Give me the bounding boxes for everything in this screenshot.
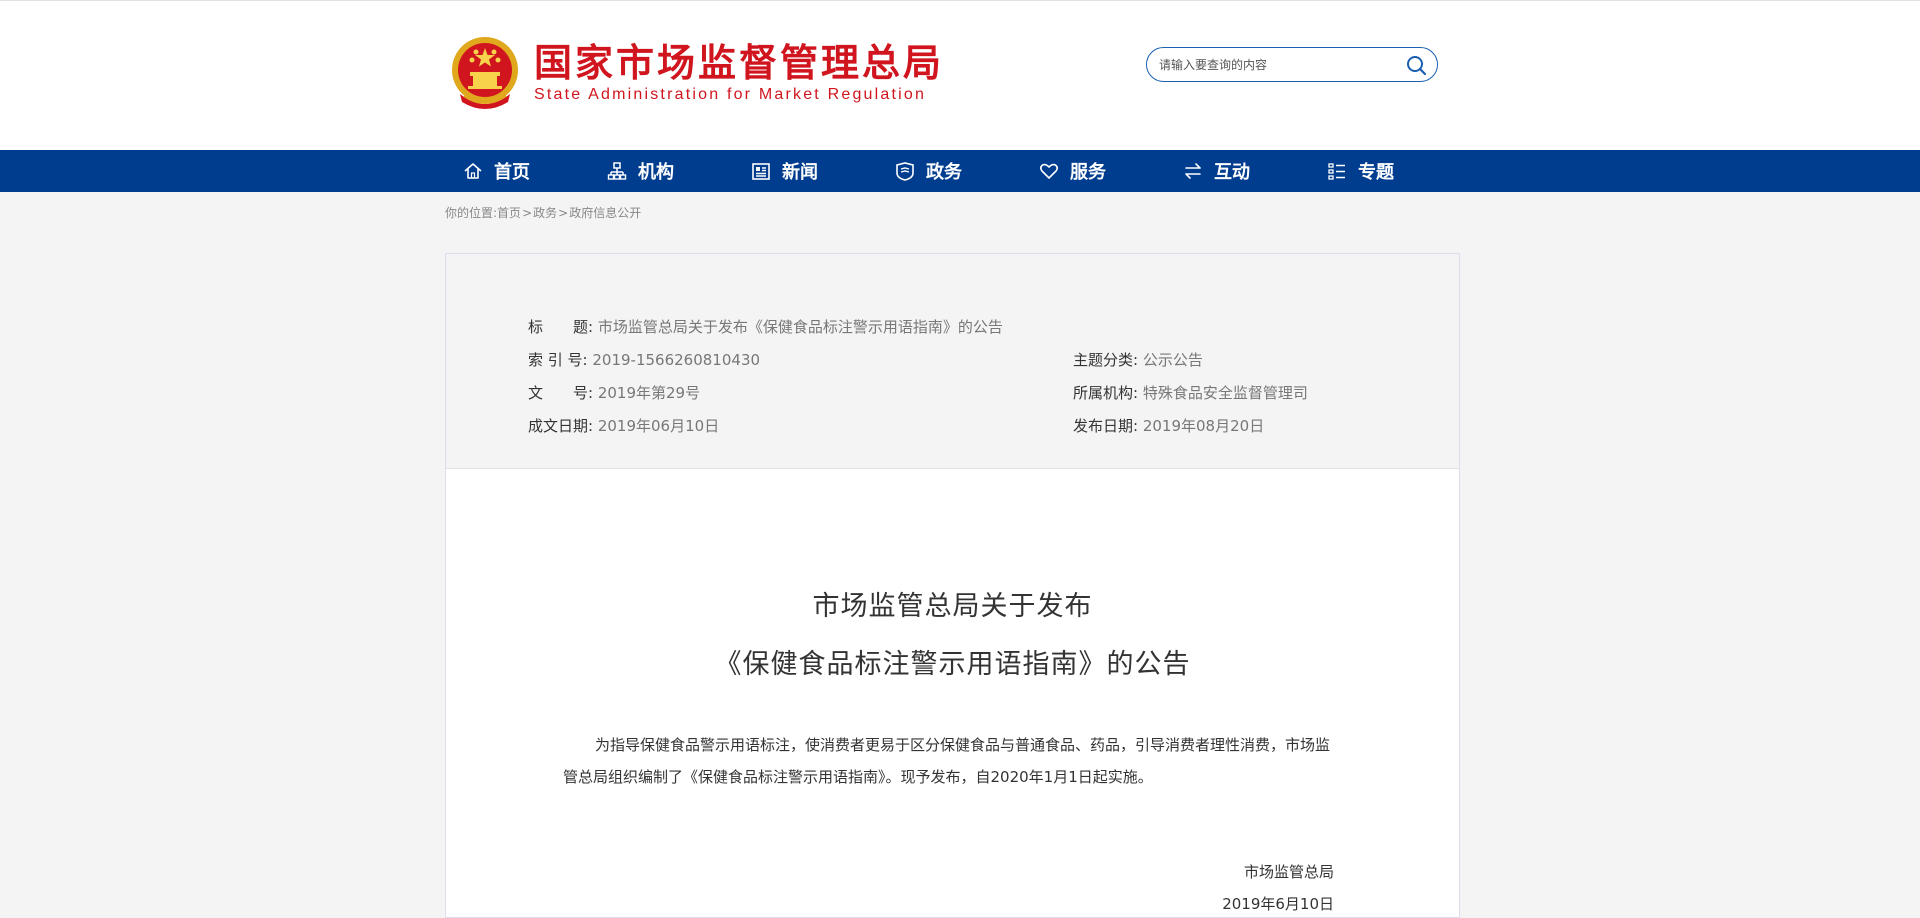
meta-created-value: 2019年06月10日 <box>597 417 720 435</box>
nav-item-news[interactable]: 新闻 <box>750 150 894 192</box>
article-panel: 标 题: 市场监管总局关于发布《保健食品标注警示用语指南》的公告 索 引 号: … <box>445 253 1460 918</box>
breadcrumb-separator: > <box>558 206 569 220</box>
shield-book-icon <box>896 162 914 181</box>
meta-org-value: 特殊食品安全监督管理司 <box>1142 384 1308 402</box>
nav-label: 首页 <box>494 162 530 183</box>
nav-item-org[interactable]: 机构 <box>606 150 750 192</box>
logo-title-en: State Administration for Market Regulati… <box>534 86 927 103</box>
search-icon[interactable] <box>1405 54 1427 76</box>
site-logo[interactable]: 国家市场监督管理总局 State Administration for Mark… <box>450 33 941 113</box>
breadcrumb-separator: > <box>522 206 533 220</box>
meta-org-label: 所属机构: <box>1073 384 1139 402</box>
breadcrumb: 你的位置:首页>政务>政府信息公开 <box>445 204 641 221</box>
nav-label: 新闻 <box>782 162 818 183</box>
national-emblem-icon <box>450 34 520 112</box>
nav-label: 专题 <box>1358 162 1394 183</box>
nav-label: 服务 <box>1070 162 1106 183</box>
document-title-line-2: 《保健食品标注警示用语指南》的公告 <box>714 649 1191 680</box>
list-icon <box>1328 163 1345 180</box>
main-nav: 首页 机构 新闻 政务 服务 互动 专题 <box>0 150 1920 192</box>
document-body: 为指导保健食品警示用语标注，使消费者更易于区分保健食品与普通食品、药品，引导消费… <box>563 736 1331 786</box>
meta-title-row: 标 题: 市场监管总局关于发布《保健食品标注警示用语指南》的公告 <box>528 317 1003 337</box>
logo-text: 国家市场监督管理总局 State Administration for Mark… <box>534 41 944 105</box>
meta-index-value: 2019-1566260810430 <box>592 351 761 369</box>
meta-created-label: 成文日期: <box>528 417 594 435</box>
breadcrumb-info-disclosure[interactable]: 政府信息公开 <box>569 206 641 220</box>
search-box <box>1146 47 1438 82</box>
nav-label: 机构 <box>638 162 674 183</box>
meta-topic-row: 主题分类: 公示公告 <box>1073 350 1203 370</box>
meta-created-row: 成文日期: 2019年06月10日 <box>528 416 719 436</box>
document-meta: 标 题: 市场监管总局关于发布《保健食品标注警示用语指南》的公告 索 引 号: … <box>446 254 1459 469</box>
meta-docno-row: 文 号: 2019年第29号 <box>528 383 700 403</box>
meta-docno-label: 文 号: <box>528 384 594 402</box>
meta-published-row: 发布日期: 2019年08月20日 <box>1073 416 1264 436</box>
nav-item-service[interactable]: 服务 <box>1038 150 1182 192</box>
meta-title-label: 标 题: <box>528 318 594 336</box>
document-sign-date: 2019年6月10日 <box>1222 895 1334 913</box>
meta-published-label: 发布日期: <box>1073 417 1139 435</box>
document-signer: 市场监管总局 <box>1243 863 1334 881</box>
home-icon <box>464 163 482 179</box>
exchange-arrows-icon <box>1185 163 1201 179</box>
newspaper-icon <box>752 163 770 180</box>
meta-topic-label: 主题分类: <box>1073 351 1139 369</box>
nav-label: 政务 <box>926 162 962 183</box>
meta-topic-value: 公示公告 <box>1142 351 1203 369</box>
meta-index-row: 索 引 号: 2019-1566260810430 <box>528 350 760 370</box>
nav-item-gov[interactable]: 政务 <box>894 150 1038 192</box>
document-title-line-1: 市场监管总局关于发布 <box>812 591 1093 622</box>
nav-item-topic[interactable]: 专题 <box>1326 150 1470 192</box>
nav-label: 互动 <box>1214 162 1250 183</box>
breadcrumb-prefix: 你的位置: <box>445 206 498 220</box>
search-input[interactable] <box>1157 52 1397 77</box>
heart-icon <box>1039 163 1059 179</box>
meta-published-value: 2019年08月20日 <box>1142 417 1265 435</box>
meta-index-label: 索 引 号: <box>528 351 588 369</box>
logo-title-cn: 国家市场监督管理总局 <box>534 41 945 85</box>
nav-item-home[interactable]: 首页 <box>462 150 606 192</box>
org-chart-icon <box>607 162 627 180</box>
site-header: 国家市场监督管理总局 State Administration for Mark… <box>0 0 1920 150</box>
meta-title-value: 市场监管总局关于发布《保健食品标注警示用语指南》的公告 <box>597 318 1003 336</box>
meta-docno-value: 2019年第29号 <box>597 384 701 402</box>
meta-org-row: 所属机构: 特殊食品安全监督管理司 <box>1073 383 1308 403</box>
breadcrumb-gov[interactable]: 政务 <box>533 206 557 220</box>
nav-item-interact[interactable]: 互动 <box>1182 150 1326 192</box>
breadcrumb-home[interactable]: 首页 <box>497 206 521 220</box>
